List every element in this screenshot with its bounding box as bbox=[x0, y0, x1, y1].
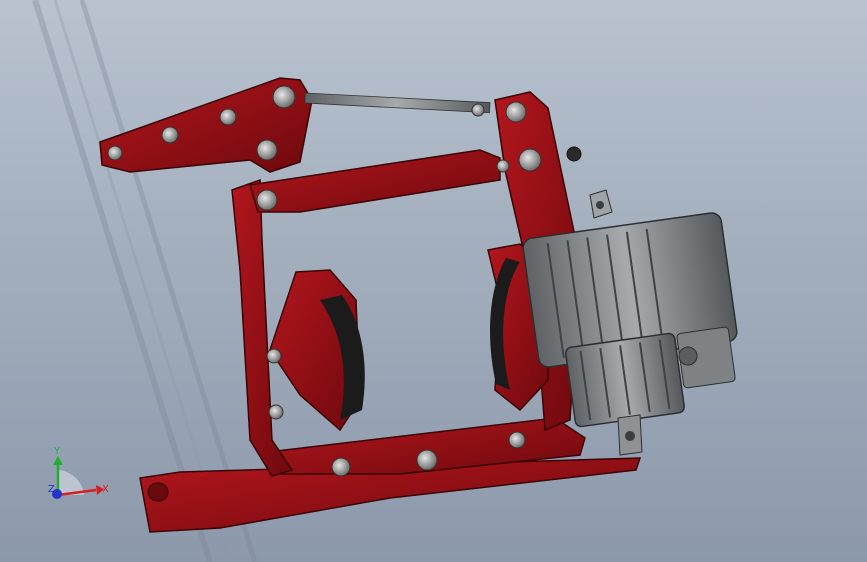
y-arrow-icon bbox=[53, 456, 63, 465]
triad-z-label: Z bbox=[48, 484, 55, 495]
view-orientation-triad[interactable]: X Y Z bbox=[48, 446, 109, 499]
drum-brake-assembly[interactable] bbox=[99, 77, 738, 533]
cad-graphics-area[interactable]: X Y Z bbox=[0, 0, 867, 562]
triad-x-label: X bbox=[102, 484, 109, 495]
base-pin bbox=[147, 482, 169, 502]
tension-rod[interactable] bbox=[304, 92, 491, 114]
triad-y-label: Y bbox=[53, 446, 61, 457]
model-canvas[interactable]: X Y Z bbox=[0, 0, 867, 562]
